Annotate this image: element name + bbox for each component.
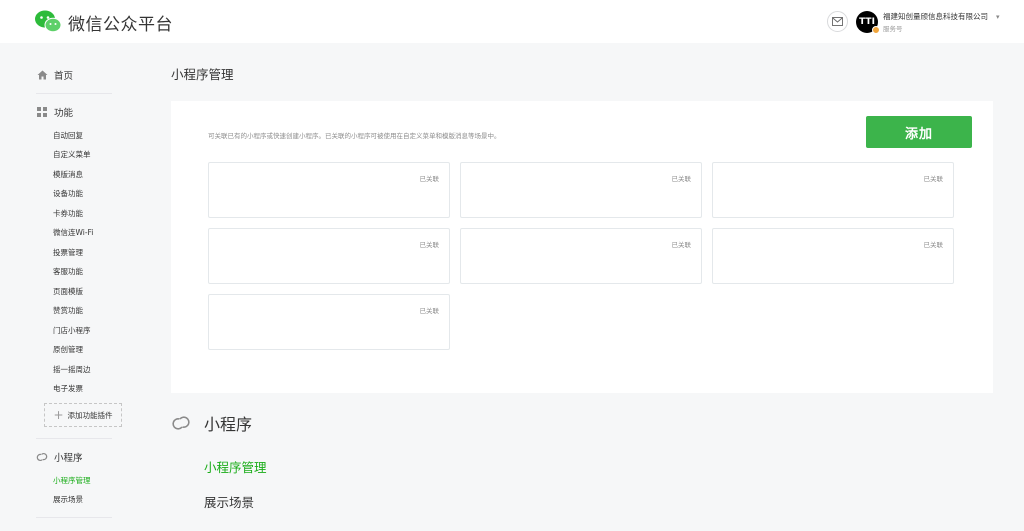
miniprogram-panel: 可关联已有的小程序或快速创建小程序。已关联的小程序可被使用在自定义菜单和模版消息… xyxy=(171,101,993,393)
add-plugin-button[interactable]: + 添加功能插件 xyxy=(44,403,122,427)
sidebar-item-shake[interactable]: 摇一摇周边 xyxy=(53,364,91,375)
verified-badge-icon xyxy=(872,26,880,34)
sidebar-item-vote[interactable]: 投票管理 xyxy=(53,247,83,258)
miniprogram-card[interactable]: 已关联 xyxy=(712,162,954,218)
linked-status: 已关联 xyxy=(923,175,944,183)
linked-status: 已关联 xyxy=(419,175,440,183)
sidebar-group-features: 功能 xyxy=(36,105,73,119)
miniprogram-card[interactable]: 已关联 xyxy=(208,162,450,218)
sidebar-item-auto-reply[interactable]: 自动回复 xyxy=(53,130,83,141)
sidebar-item-miniprogram-manage[interactable]: 小程序管理 xyxy=(53,475,91,486)
wechat-logo-icon[interactable] xyxy=(34,9,62,33)
miniprogram-card[interactable]: 已关联 xyxy=(208,294,450,350)
grid-icon xyxy=(36,106,48,118)
section-link-display-scene[interactable]: 展示场景 xyxy=(204,492,254,511)
linked-status: 已关联 xyxy=(419,307,440,315)
sidebar-item-wifi[interactable]: 微信连Wi-Fi xyxy=(53,227,93,238)
brand-title[interactable]: 微信公众平台 xyxy=(68,10,173,35)
panel-description: 可关联已有的小程序或快速创建小程序。已关联的小程序可被使用在自定义菜单和模版消息… xyxy=(208,132,501,140)
mail-button[interactable] xyxy=(827,11,848,32)
sidebar-item-cards[interactable]: 卡券功能 xyxy=(53,208,83,219)
miniprogram-card[interactable]: 已关联 xyxy=(208,228,450,284)
sidebar-group-label: 小程序 xyxy=(54,453,83,464)
add-plugin-label: 添加功能插件 xyxy=(67,410,113,420)
sidebar-item-device[interactable]: 设备功能 xyxy=(53,188,83,199)
sidebar-item-page-template[interactable]: 页面模版 xyxy=(53,286,83,297)
account-avatar[interactable]: TTI xyxy=(856,11,880,34)
sidebar-divider xyxy=(36,517,112,518)
sidebar-group-label: 功能 xyxy=(54,108,74,119)
sidebar-item-customer-service[interactable]: 客服功能 xyxy=(53,266,83,277)
sidebar-item-reward[interactable]: 赞赏功能 xyxy=(53,305,83,316)
sidebar-item-display-scene[interactable]: 展示场景 xyxy=(53,494,83,505)
linked-status: 已关联 xyxy=(923,241,944,249)
linked-status: 已关联 xyxy=(671,175,692,183)
account-type: 服务号 xyxy=(883,25,903,33)
linked-status: 已关联 xyxy=(419,241,440,249)
miniprogram-card[interactable]: 已关联 xyxy=(460,228,702,284)
chevron-down-icon[interactable]: ▾ xyxy=(996,13,1000,21)
link-icon xyxy=(36,451,48,463)
plus-icon: + xyxy=(53,408,64,422)
miniprogram-link-icon xyxy=(172,416,190,430)
top-header: 微信公众平台 TTI 福建知创量颀信息科技有限公司 服务号 ▾ xyxy=(0,0,1024,43)
sidebar-item-invoice[interactable]: 电子发票 xyxy=(53,383,83,394)
sidebar-divider xyxy=(36,93,112,94)
avatar-text: TTI xyxy=(859,17,875,27)
mail-icon xyxy=(832,17,843,26)
sidebar-item-original[interactable]: 原创管理 xyxy=(53,344,83,355)
page-title: 小程序管理 xyxy=(171,67,234,82)
miniprogram-card[interactable]: 已关联 xyxy=(712,228,954,284)
linked-status: 已关联 xyxy=(671,241,692,249)
sidebar-item-store-miniprogram[interactable]: 门店小程序 xyxy=(53,325,91,336)
sidebar-item-home[interactable]: 首页 xyxy=(36,68,73,82)
add-button[interactable]: 添加 xyxy=(866,116,972,148)
home-icon xyxy=(36,69,48,81)
sidebar-item-custom-menu[interactable]: 自定义菜单 xyxy=(53,149,91,160)
section-link-miniprogram-manage[interactable]: 小程序管理 xyxy=(204,457,267,476)
account-name[interactable]: 福建知创量颀信息科技有限公司 xyxy=(883,11,988,22)
sidebar-item-template-msg[interactable]: 模版消息 xyxy=(53,169,83,180)
sidebar: 首页 功能 自动回复 自定义菜单 模版消息 设备功能 卡券功能 微信连Wi-Fi… xyxy=(0,43,150,531)
section-title: 小程序 xyxy=(204,415,253,434)
miniprogram-card[interactable]: 已关联 xyxy=(460,162,702,218)
sidebar-item-label: 首页 xyxy=(54,71,74,82)
sidebar-divider xyxy=(36,438,112,439)
sidebar-group-miniprogram: 小程序 xyxy=(36,450,83,464)
